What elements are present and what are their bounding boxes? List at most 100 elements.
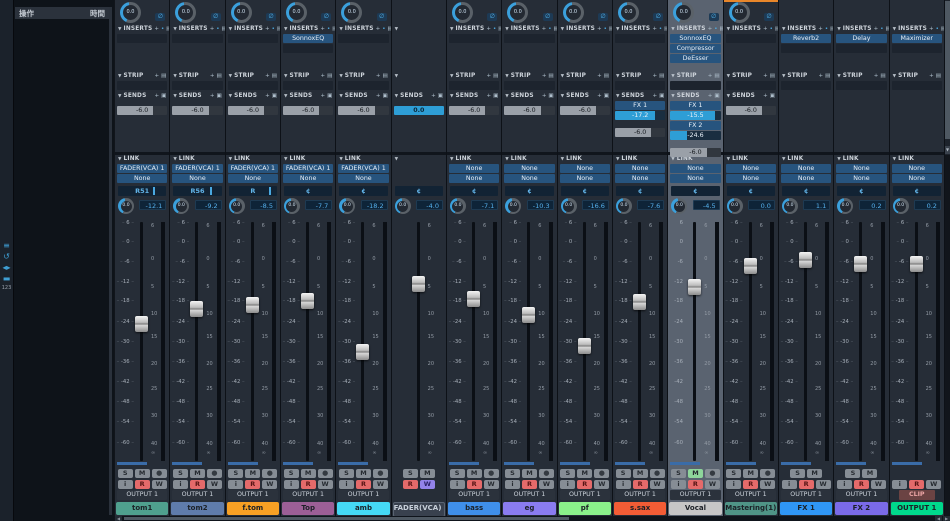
insert-slot-empty[interactable] [504,34,554,43]
sends-preset-icon[interactable]: ▣ [548,92,553,100]
section-collapse-icon[interactable]: ▼ [339,157,342,162]
send-destination[interactable]: FX 1 [615,101,665,110]
strip-slot-empty[interactable] [449,81,499,90]
send-level-bar[interactable]: -17.2 [615,111,665,120]
phase-icon[interactable]: ∅ [266,13,276,21]
read-automation-button[interactable]: R [854,480,869,489]
section-collapse-icon[interactable]: ▼ [118,157,121,162]
section-collapse-icon[interactable]: ▼ [727,27,730,32]
section-collapse-icon[interactable]: ▼ [561,157,564,162]
mute-button[interactable]: M [245,469,260,478]
send-level-bar[interactable]: -6.0 [449,106,499,115]
monitor-button[interactable]: i [450,480,465,489]
fader-cap[interactable] [301,293,314,309]
vca-link-slot[interactable]: None [560,164,610,173]
mute-button[interactable]: M [688,469,703,478]
link-group-slot[interactable]: None [172,174,222,183]
read-automation-button[interactable]: R [909,480,924,489]
sends-preset-icon[interactable]: ▣ [272,92,277,100]
strip-preset-icon[interactable]: ▤ [936,72,941,80]
bypass-inserts-icon[interactable]: • [161,25,164,33]
volume-readout[interactable]: -7.6 [637,200,664,210]
write-button[interactable]: W [539,480,554,489]
add-insert-icon[interactable]: + [376,25,381,33]
send-level-bar[interactable]: -6.0 [172,106,222,115]
monitor-button[interactable]: i [118,480,133,489]
add-send-icon[interactable]: + [708,92,713,100]
mixer-hscrollbar[interactable]: ◀ ◀ ▶ [115,516,950,521]
write-button[interactable]: W [816,480,831,489]
section-collapse-icon[interactable]: ▼ [893,74,896,79]
strip-slot-empty[interactable] [228,81,278,90]
strip-preset-icon[interactable]: ▤ [770,72,775,80]
channel-knob[interactable]: 0.0 [671,198,687,214]
bypass-inserts-icon[interactable]: • [770,25,773,33]
add-strip-icon[interactable]: + [155,72,160,80]
sends-preset-icon[interactable]: ▣ [493,92,498,100]
monitor-button[interactable]: i [173,480,188,489]
add-strip-icon[interactable]: + [597,72,602,80]
strip-preset-icon[interactable]: ▤ [880,72,885,80]
write-button[interactable]: W [760,480,775,489]
read-automation-button[interactable]: R [356,480,371,489]
channel-knob[interactable]: 0.0 [395,198,411,214]
section-collapse-icon[interactable]: ▼ [505,74,508,79]
insert-slot[interactable]: SonnoxEQ [670,34,720,43]
add-insert-icon[interactable]: + [154,25,159,33]
section-collapse-icon[interactable]: ▼ [505,94,508,99]
write-automation-button[interactable]: W [420,480,435,489]
solo-button[interactable]: S [845,469,860,478]
section-collapse-icon[interactable]: ▼ [727,157,730,162]
pan-control[interactable]: ¢ [284,186,332,196]
section-collapse-icon[interactable]: ▼ [118,74,121,79]
record-enable-button[interactable]: ● [318,469,333,478]
section-collapse-icon[interactable]: ▼ [118,27,121,32]
add-insert-icon[interactable]: + [486,25,491,33]
monitor-button[interactable]: i [616,480,631,489]
sends-preset-icon[interactable]: ▣ [382,92,387,100]
vca-link-slot[interactable]: None [449,164,499,173]
pregain-knob[interactable]: 0.0 [729,2,750,23]
record-enable-button[interactable]: ● [594,469,609,478]
rack-scroll-down-icon[interactable]: ▼ [945,146,950,154]
output-routing[interactable]: OUTPUT 1 [117,490,167,500]
add-send-icon[interactable]: + [321,92,326,100]
add-strip-icon[interactable]: + [874,72,879,80]
insert-slot[interactable]: DeEsser [670,54,720,63]
channel-knob[interactable]: 0.0 [616,198,632,214]
sends-preset-icon[interactable]: ▣ [770,92,775,100]
vca-link-slot[interactable]: None [836,164,886,173]
mute-button[interactable]: M [743,469,758,478]
write-button[interactable]: W [318,480,333,489]
section-collapse-icon[interactable]: ▼ [284,94,287,99]
section-collapse-icon[interactable]: ▼ [229,27,232,32]
fader-track[interactable] [251,222,254,461]
fader-track[interactable] [195,222,198,461]
output-routing[interactable]: OUTPUT 1 [228,490,278,500]
strip-slot-empty[interactable] [504,81,554,90]
vca-link-slot[interactable] [394,164,444,173]
history-scrollbar[interactable] [109,7,112,515]
strip-preset-icon[interactable]: ▤ [327,72,332,80]
sends-preset-icon[interactable]: ▣ [604,92,609,100]
pan-control[interactable]: ¢ [727,186,775,196]
strip-preset-icon[interactable]: ▤ [604,72,609,80]
section-collapse-icon[interactable]: ▼ [671,157,674,162]
volume-readout[interactable]: 0.0 [748,200,775,210]
phase-icon[interactable]: ∅ [377,13,387,21]
section-collapse-icon[interactable]: ▼ [561,94,564,99]
channel-knob[interactable]: 0.0 [284,198,300,214]
section-collapse-icon[interactable]: ▼ [284,157,287,162]
add-strip-icon[interactable]: + [763,72,768,80]
insert-slot-empty[interactable] [117,34,167,43]
vca-link-slot[interactable]: None [670,164,720,173]
section-collapse-icon[interactable]: ▼ [671,27,674,32]
section-collapse-icon[interactable]: ▼ [395,94,398,99]
sends-preset-icon[interactable]: ▣ [216,92,221,100]
snapshot-icon[interactable]: ▬ [3,274,11,283]
add-strip-icon[interactable]: + [486,72,491,80]
send-destination[interactable]: FX 2 [670,121,720,130]
read-automation-button[interactable]: R [688,480,703,489]
solo-button[interactable]: S [616,469,631,478]
bypass-inserts-icon[interactable]: • [327,25,330,33]
